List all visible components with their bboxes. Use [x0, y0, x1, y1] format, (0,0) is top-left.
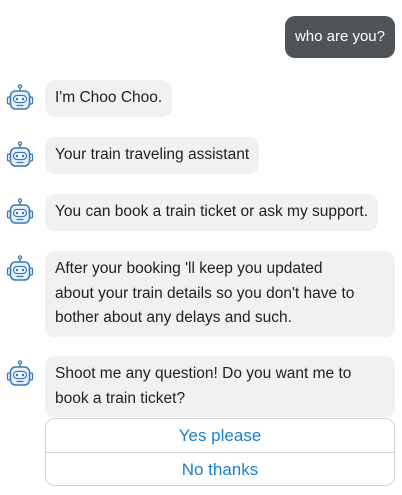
user-message-text: who are you? — [294, 28, 385, 45]
bot-message-bubble: After your booking 'll keep you updated … — [45, 251, 395, 337]
bot-message-bubble: You can book a train ticket or ask my su… — [45, 194, 379, 231]
robot-icon — [5, 141, 35, 171]
robot-icon — [5, 84, 35, 114]
bot-message-line: book a train ticket? — [55, 389, 186, 407]
robot-icon — [5, 360, 35, 390]
bot-message-line: Shoot me any question! Do you want me to — [55, 365, 352, 382]
bot-message-text: I'm Choo Choo. — [55, 89, 163, 106]
user-message-bubble: who are you? — [284, 16, 395, 58]
robot-icon — [5, 255, 35, 285]
no-thanks-button[interactable]: No thanks — [46, 452, 394, 485]
bot-message-line: bother about any delays and such. — [55, 309, 292, 326]
bot-message-bubble: Your train traveling assistant — [45, 137, 260, 174]
yes-please-button[interactable]: Yes please — [46, 419, 394, 452]
bot-message-text: Your train traveling assistant — [55, 146, 250, 163]
bot-message-line: about your train details so you don't ha… — [55, 284, 355, 302]
bot-message-bubble: Shoot me any question! Do you want me to… — [45, 356, 395, 417]
bot-message-line: After your booking 'll keep you updated — [55, 260, 323, 277]
bot-message-bubble: I'm Choo Choo. — [45, 80, 173, 117]
chat-thread: who are you? I'm Choo Choo. Your train t… — [0, 0, 402, 495]
bot-message-text: You can book a train ticket or ask my su… — [55, 203, 369, 220]
quick-replies: Yes please No thanks — [45, 418, 395, 486]
robot-icon — [5, 198, 35, 228]
